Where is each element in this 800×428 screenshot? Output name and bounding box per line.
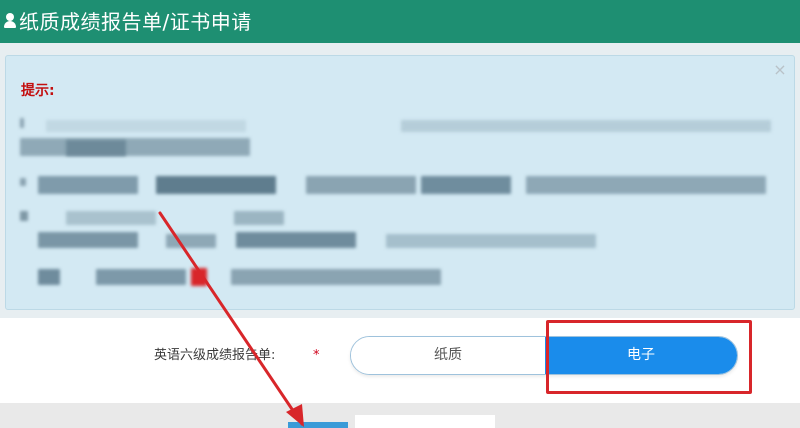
report-type-label: 英语六级成绩报告单: bbox=[154, 348, 276, 363]
redacted-text bbox=[156, 176, 276, 194]
redacted-text bbox=[66, 140, 126, 156]
redacted-text bbox=[191, 268, 207, 286]
redacted-text bbox=[96, 269, 186, 285]
redacted-text bbox=[20, 138, 250, 156]
close-icon[interactable]: × bbox=[772, 62, 788, 78]
redacted-text bbox=[20, 178, 26, 186]
redacted-text bbox=[401, 120, 771, 132]
notice-label: 提示: bbox=[21, 83, 55, 99]
redacted-text bbox=[231, 269, 441, 285]
redacted-text bbox=[421, 176, 511, 194]
notice-panel: × 提示: bbox=[5, 55, 795, 310]
header-title-group: 纸质成绩报告单/证书申请 bbox=[4, 6, 252, 34]
redacted-text bbox=[166, 234, 216, 248]
redacted-text bbox=[38, 176, 138, 194]
user-icon bbox=[4, 12, 16, 28]
page-title: 纸质成绩报告单/证书申请 bbox=[19, 9, 252, 34]
redacted-text bbox=[306, 176, 416, 194]
redacted-text bbox=[20, 211, 28, 221]
redacted-text bbox=[386, 234, 596, 248]
redacted-text bbox=[38, 232, 138, 248]
annotation-highlight-box bbox=[546, 320, 752, 394]
footer-button-primary[interactable] bbox=[288, 422, 348, 428]
redacted-text bbox=[526, 176, 766, 194]
redacted-text bbox=[20, 118, 24, 128]
redacted-text bbox=[234, 211, 284, 225]
redacted-text bbox=[46, 120, 246, 132]
redacted-text bbox=[38, 269, 60, 285]
redacted-text bbox=[236, 232, 356, 248]
required-mark: * bbox=[313, 348, 320, 363]
redacted-text bbox=[66, 211, 156, 225]
page-header: 纸质成绩报告单/证书申请 bbox=[0, 0, 800, 43]
option-paper[interactable]: 纸质 bbox=[351, 337, 545, 374]
footer-button[interactable] bbox=[355, 415, 495, 428]
